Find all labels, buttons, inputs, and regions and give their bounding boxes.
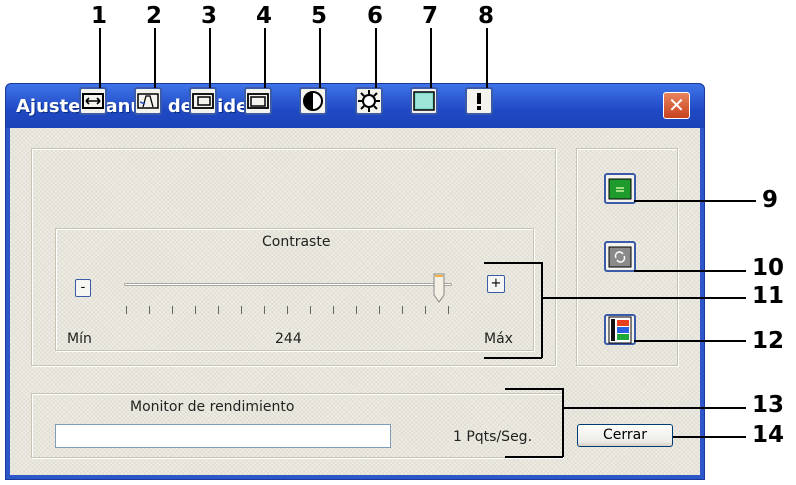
slider-track[interactable] bbox=[124, 283, 452, 286]
advanced-button[interactable] bbox=[465, 87, 493, 115]
leader-line bbox=[634, 200, 756, 202]
leader-line bbox=[484, 357, 542, 359]
horizontal-position-icon bbox=[192, 93, 214, 109]
callout-number: 4 bbox=[256, 3, 273, 29]
callout-number: 2 bbox=[146, 3, 163, 29]
slider-tick bbox=[241, 306, 242, 314]
leader-line bbox=[486, 28, 488, 88]
leader-line bbox=[264, 28, 266, 88]
leader-line bbox=[209, 28, 211, 88]
leader-line bbox=[375, 28, 377, 88]
callout-number: 6 bbox=[367, 3, 384, 29]
slider-label: Contraste bbox=[262, 234, 331, 250]
close-icon: ✕ bbox=[668, 93, 685, 117]
leader-line bbox=[319, 28, 321, 88]
horizontal-size-icon bbox=[82, 93, 104, 109]
packets-per-second: 1 Pqts/Seg. bbox=[453, 429, 533, 445]
leader-line bbox=[99, 28, 101, 88]
leader-line bbox=[541, 262, 543, 358]
callout-number: 11 bbox=[752, 283, 785, 309]
keystone-icon bbox=[137, 93, 159, 109]
leader-line bbox=[541, 297, 746, 299]
leader-line bbox=[634, 340, 746, 342]
slider-tick bbox=[379, 306, 380, 314]
slider-tick bbox=[356, 306, 357, 314]
color-bars-icon bbox=[608, 316, 632, 343]
callout-number: 7 bbox=[422, 3, 439, 29]
max-label: Máx bbox=[484, 331, 513, 347]
slider-tick bbox=[195, 306, 196, 314]
slider-tick bbox=[333, 306, 334, 314]
color-button[interactable] bbox=[410, 87, 438, 115]
callout-number: 10 bbox=[752, 255, 785, 281]
leader-line bbox=[484, 262, 542, 264]
color-icon bbox=[413, 91, 435, 111]
slider-tick bbox=[218, 306, 219, 314]
performance-label: Monitor de rendimiento bbox=[130, 399, 295, 415]
close-button[interactable]: Cerrar bbox=[577, 424, 673, 447]
callout-number: 12 bbox=[752, 328, 785, 354]
callout-number: 8 bbox=[478, 3, 495, 29]
vertical-position-icon bbox=[247, 93, 269, 109]
slider-tick bbox=[310, 306, 311, 314]
keystone-button[interactable] bbox=[134, 87, 162, 115]
leader-line bbox=[634, 270, 746, 272]
brightness-button[interactable] bbox=[355, 87, 383, 115]
apply-settings-button[interactable] bbox=[604, 173, 636, 204]
slider-tick bbox=[448, 306, 449, 314]
leader-line bbox=[430, 28, 432, 88]
horizontal-position-button[interactable] bbox=[189, 87, 217, 115]
leader-line bbox=[673, 436, 746, 438]
contrast-icon bbox=[303, 91, 323, 111]
leader-line bbox=[562, 388, 564, 457]
slider-value: 244 bbox=[275, 331, 302, 347]
slider-thumb[interactable] bbox=[433, 273, 445, 303]
callout-number: 1 bbox=[91, 3, 108, 29]
leader-line bbox=[154, 28, 156, 88]
leader-line bbox=[562, 407, 746, 409]
brightness-icon bbox=[358, 90, 380, 112]
reset-icon bbox=[608, 246, 632, 267]
slider-tick bbox=[402, 306, 403, 314]
apply-settings-icon bbox=[608, 178, 632, 199]
slider-tick bbox=[287, 306, 288, 314]
callout-number: 13 bbox=[752, 392, 785, 418]
callout-number: 14 bbox=[752, 422, 785, 448]
color-bars-button[interactable] bbox=[604, 314, 636, 345]
leader-line bbox=[505, 388, 563, 390]
slider-tick bbox=[264, 306, 265, 314]
performance-progress-bar bbox=[55, 424, 391, 448]
advanced-icon bbox=[477, 93, 481, 110]
vertical-position-button[interactable] bbox=[244, 87, 272, 115]
decrease-button[interactable]: - bbox=[75, 279, 91, 297]
slider-tick bbox=[126, 306, 127, 314]
reset-button[interactable] bbox=[604, 241, 636, 272]
callout-number: 9 bbox=[762, 187, 779, 213]
increase-button[interactable]: + bbox=[487, 275, 505, 293]
min-label: Mín bbox=[67, 331, 92, 347]
slider-tick bbox=[172, 306, 173, 314]
callout-number: 3 bbox=[201, 3, 218, 29]
callout-number: 5 bbox=[311, 3, 328, 29]
slider-tick bbox=[425, 306, 426, 314]
horizontal-size-button[interactable] bbox=[79, 87, 107, 115]
leader-line bbox=[505, 456, 563, 458]
contrast-button[interactable] bbox=[299, 87, 327, 115]
close-window-button[interactable]: ✕ bbox=[663, 92, 690, 119]
slider-tick bbox=[149, 306, 150, 314]
